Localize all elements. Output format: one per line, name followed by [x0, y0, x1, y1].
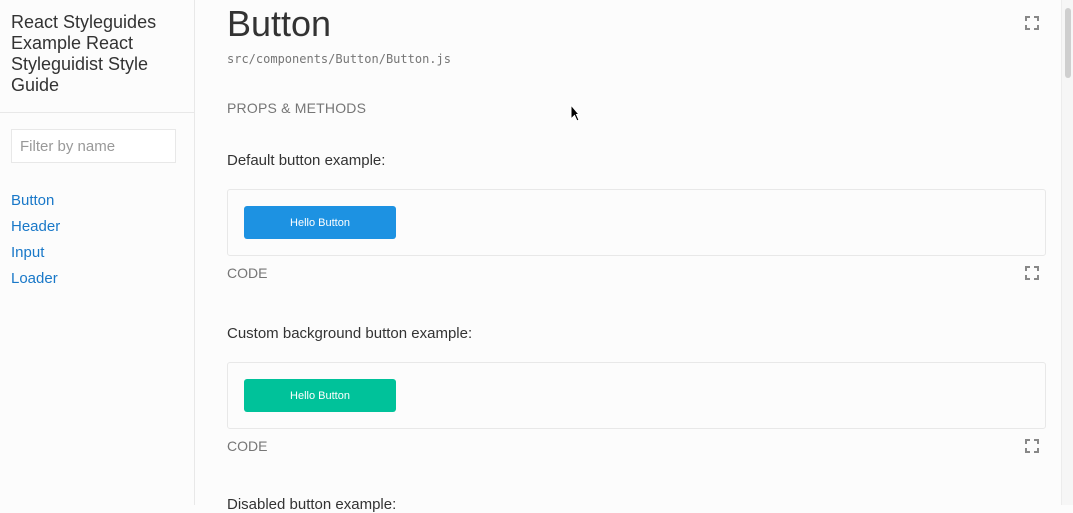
filter-input[interactable]	[11, 129, 176, 163]
isolate-example-icon[interactable]	[1025, 439, 1039, 453]
example-preview-default: Hello Button	[227, 189, 1046, 256]
nav-item-header[interactable]: Header	[11, 214, 60, 240]
isolate-example-icon[interactable]	[1025, 266, 1039, 280]
example-label-custom-background: Custom background button example:	[227, 325, 473, 342]
props-methods-toggle[interactable]: PROPS & METHODS	[227, 100, 366, 116]
scrollbar-thumb[interactable]	[1065, 8, 1071, 78]
example-preview-custom-background: Hello Button	[227, 362, 1046, 429]
sidebar: React Styleguides Example React Stylegui…	[0, 0, 195, 505]
nav-item-button[interactable]: Button	[11, 188, 60, 214]
hello-button-custom-background[interactable]: Hello Button	[244, 379, 396, 412]
isolate-component-icon[interactable]	[1025, 16, 1039, 30]
component-title[interactable]: Button	[227, 3, 331, 45]
sidebar-title[interactable]: React Styleguides Example React Stylegui…	[11, 12, 186, 96]
component-nav: Button Header Input Loader	[11, 188, 60, 292]
component-path: src/components/Button/Button.js	[227, 52, 451, 66]
main-content: Button src/components/Button/Button.js P…	[195, 0, 1061, 513]
page-scrollbar[interactable]	[1061, 0, 1073, 505]
nav-item-input[interactable]: Input	[11, 240, 60, 266]
example-label-default: Default button example:	[227, 152, 386, 169]
mouse-cursor-icon	[570, 104, 580, 122]
nav-item-loader[interactable]: Loader	[11, 266, 60, 292]
code-toggle-default[interactable]: CODE	[227, 265, 267, 281]
code-toggle-custom-background[interactable]: CODE	[227, 438, 267, 454]
hello-button-default[interactable]: Hello Button	[244, 206, 396, 239]
sidebar-divider	[0, 112, 194, 113]
